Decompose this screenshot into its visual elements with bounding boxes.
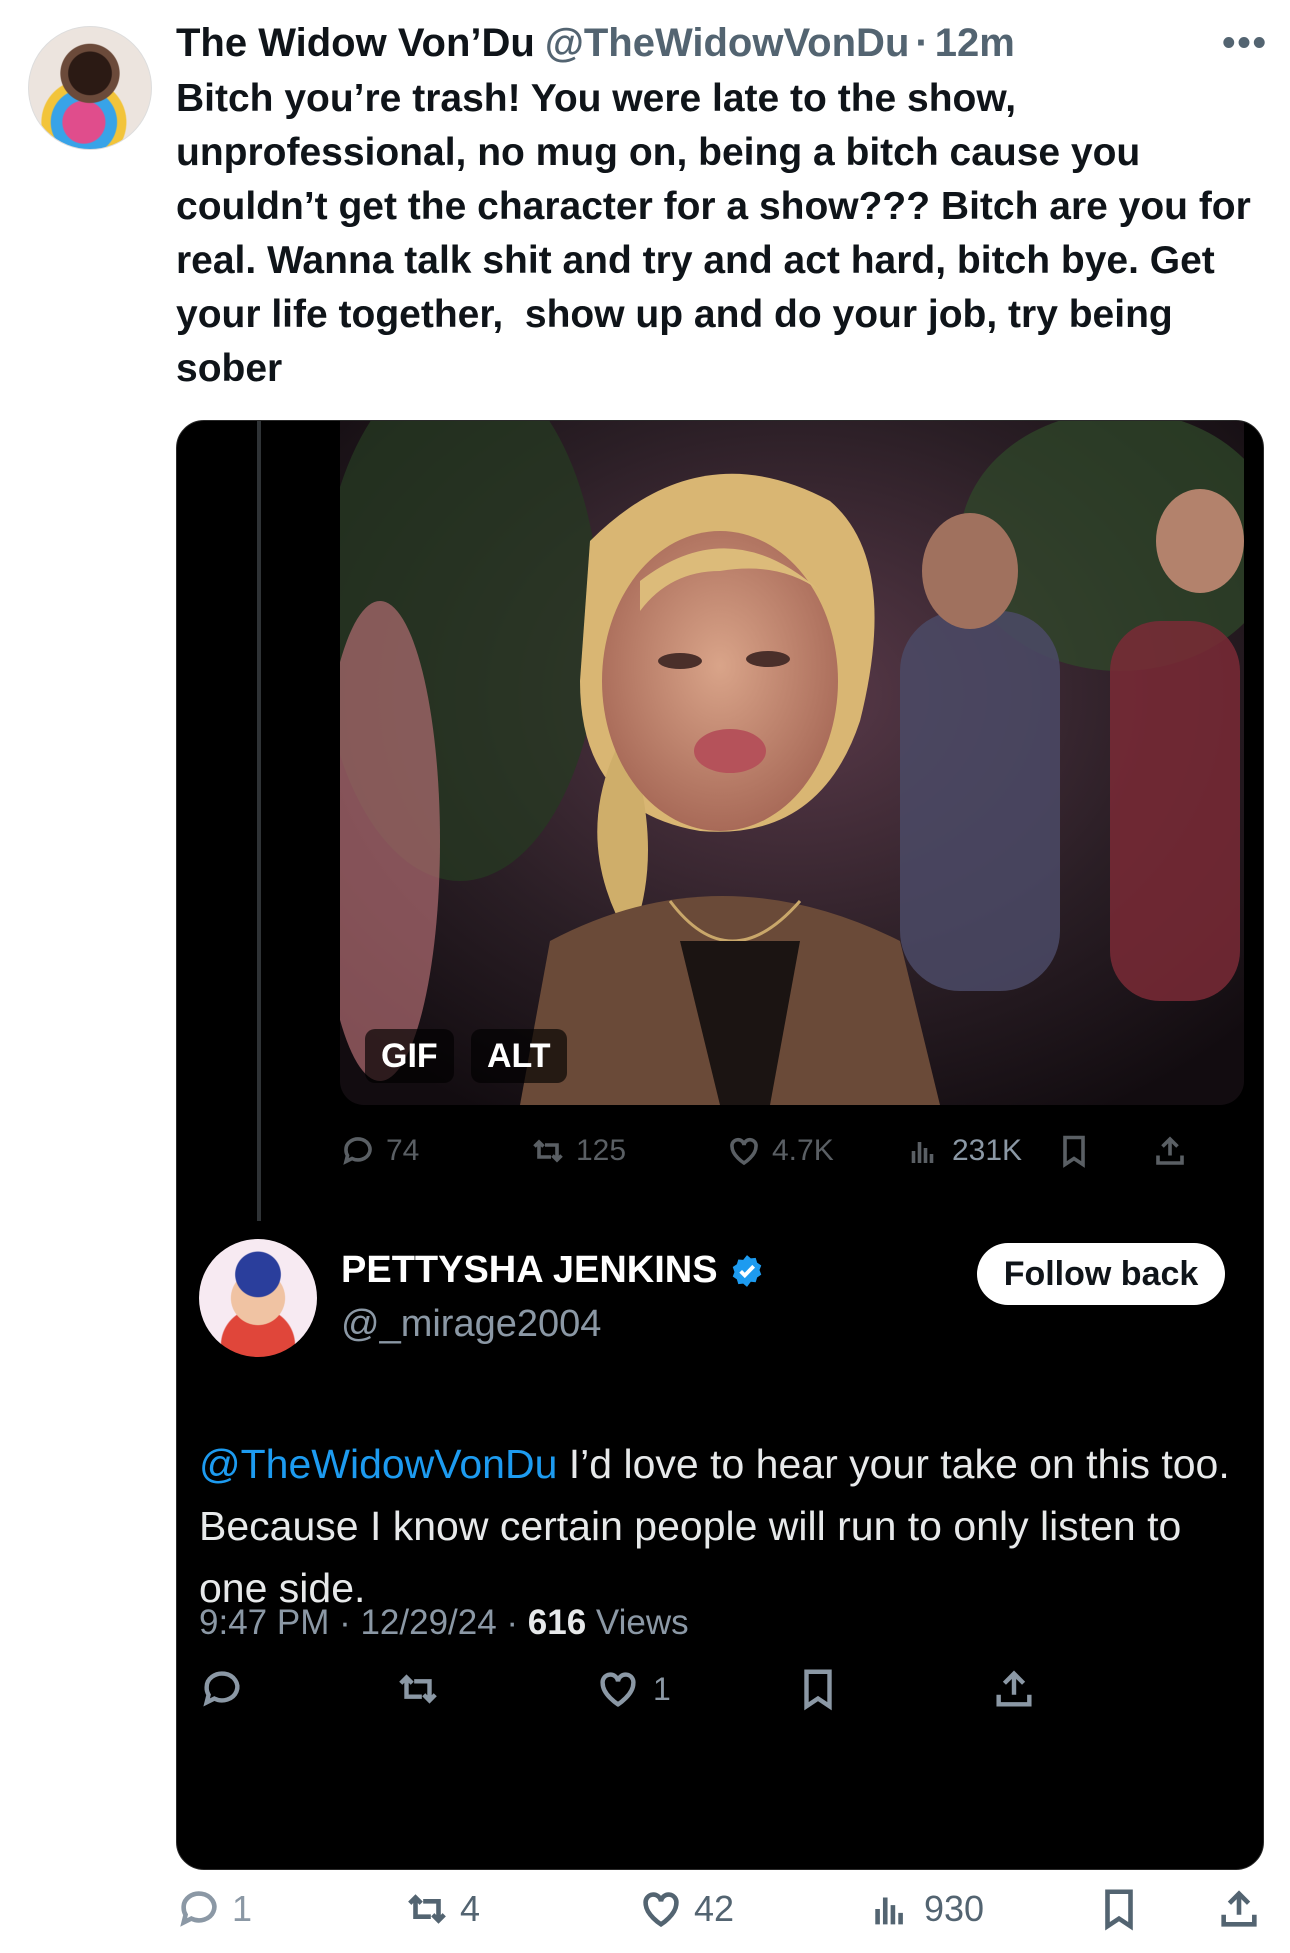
views-icon (911, 1142, 934, 1163)
quoted-timestamp: 9:47 PM · 12/29/24 · (199, 1603, 528, 1642)
faded-retweet[interactable]: 125 (530, 1133, 626, 1169)
share-icon (996, 1670, 1032, 1707)
faded-share[interactable] (1152, 1133, 1188, 1169)
views-icon (875, 1897, 903, 1925)
reply-icon (343, 1137, 372, 1165)
follow-back-button[interactable]: Follow back (977, 1243, 1225, 1305)
reply-icon (203, 1671, 240, 1707)
faded-views-count: 231K (952, 1134, 1023, 1167)
quoted-views-count: 616 (527, 1603, 587, 1642)
mention-link[interactable]: @TheWidowVonDu (199, 1441, 557, 1487)
thread-line (257, 421, 261, 1221)
tweet-header: The Widow Von’Du @TheWidowVonDu · 12m ••… (176, 18, 1268, 68)
faded-action-bar: 74 125 4.7K 231K (340, 1121, 1240, 1181)
bookmark-action[interactable] (1096, 1886, 1142, 1932)
quoted-action-bar: 1 (199, 1653, 1239, 1725)
quoted-like-count: 1 (653, 1670, 671, 1707)
quoted-bookmark[interactable] (795, 1666, 841, 1712)
faded-views[interactable]: 231K (906, 1133, 1022, 1169)
tweet-time[interactable]: 12m (935, 21, 1015, 66)
heart-icon (730, 1137, 758, 1166)
share-icon (1156, 1136, 1184, 1165)
faded-like-count: 4.7K (772, 1134, 834, 1167)
embedded-screenshot[interactable]: GIF ALT 74 125 4.7K 231K PETTYSHA JENKIN… (176, 420, 1264, 1870)
quoted-avatar[interactable] (199, 1239, 317, 1357)
reply-icon (180, 1891, 217, 1927)
like-count: 42 (694, 1888, 735, 1929)
retweet-icon (533, 1139, 563, 1163)
gif-media[interactable] (340, 421, 1244, 1105)
faded-retweet-count: 125 (576, 1134, 627, 1167)
tweet-action-bar: 1 4 42 930 (176, 1886, 1276, 1946)
tweet-text: Bitch you’re trash! You were late to the… (176, 77, 1262, 390)
views-count: 930 (924, 1888, 985, 1929)
share-icon (1221, 1890, 1257, 1927)
retweet-count: 4 (460, 1888, 481, 1929)
alt-badge[interactable]: ALT (471, 1029, 567, 1083)
bookmark-icon (804, 1669, 832, 1711)
quoted-views-label: Views (586, 1603, 689, 1642)
reply-action[interactable]: 1 (176, 1886, 252, 1932)
bookmark-icon (1063, 1135, 1085, 1168)
retweet-icon (399, 1674, 437, 1704)
retweet-icon (408, 1894, 446, 1924)
verified-badge-icon (732, 1254, 761, 1287)
share-action[interactable] (1216, 1886, 1262, 1932)
quoted-name-row: PETTYSHA JENKINS (341, 1249, 766, 1292)
quoted-share[interactable] (991, 1666, 1037, 1712)
faded-reply-count: 74 (386, 1134, 420, 1167)
author-avatar[interactable] (28, 26, 152, 150)
bookmark-icon (1105, 1889, 1133, 1931)
gif-badge: GIF (365, 1029, 454, 1083)
views-action[interactable]: 930 (868, 1886, 984, 1932)
separator-dot: · (915, 20, 929, 65)
author-handle[interactable]: @TheWidowVonDu (545, 21, 910, 66)
quoted-text: @TheWidowVonDu I’d love to hear your tak… (199, 1433, 1239, 1619)
more-options-icon[interactable]: ••• (1222, 22, 1268, 65)
faded-bookmark[interactable] (1056, 1133, 1092, 1169)
gif-image (340, 421, 1244, 1105)
faded-reply[interactable]: 74 (340, 1133, 419, 1169)
like-action[interactable]: 42 (638, 1886, 734, 1932)
quoted-name[interactable]: PETTYSHA JENKINS (341, 1249, 718, 1292)
quoted-like[interactable]: 1 (595, 1666, 671, 1712)
quoted-retweet[interactable] (395, 1666, 441, 1712)
heart-icon (600, 1672, 636, 1707)
faded-like[interactable]: 4.7K (726, 1133, 834, 1169)
retweet-action[interactable]: 4 (404, 1886, 480, 1932)
quoted-meta: 9:47 PM · 12/29/24 · 616 Views (199, 1603, 689, 1643)
reply-count: 1 (232, 1888, 253, 1929)
heart-icon (643, 1892, 679, 1928)
quoted-reply[interactable] (199, 1666, 245, 1712)
author-name[interactable]: The Widow Von’Du (176, 21, 535, 66)
quoted-handle[interactable]: @_mirage2004 (341, 1303, 601, 1346)
